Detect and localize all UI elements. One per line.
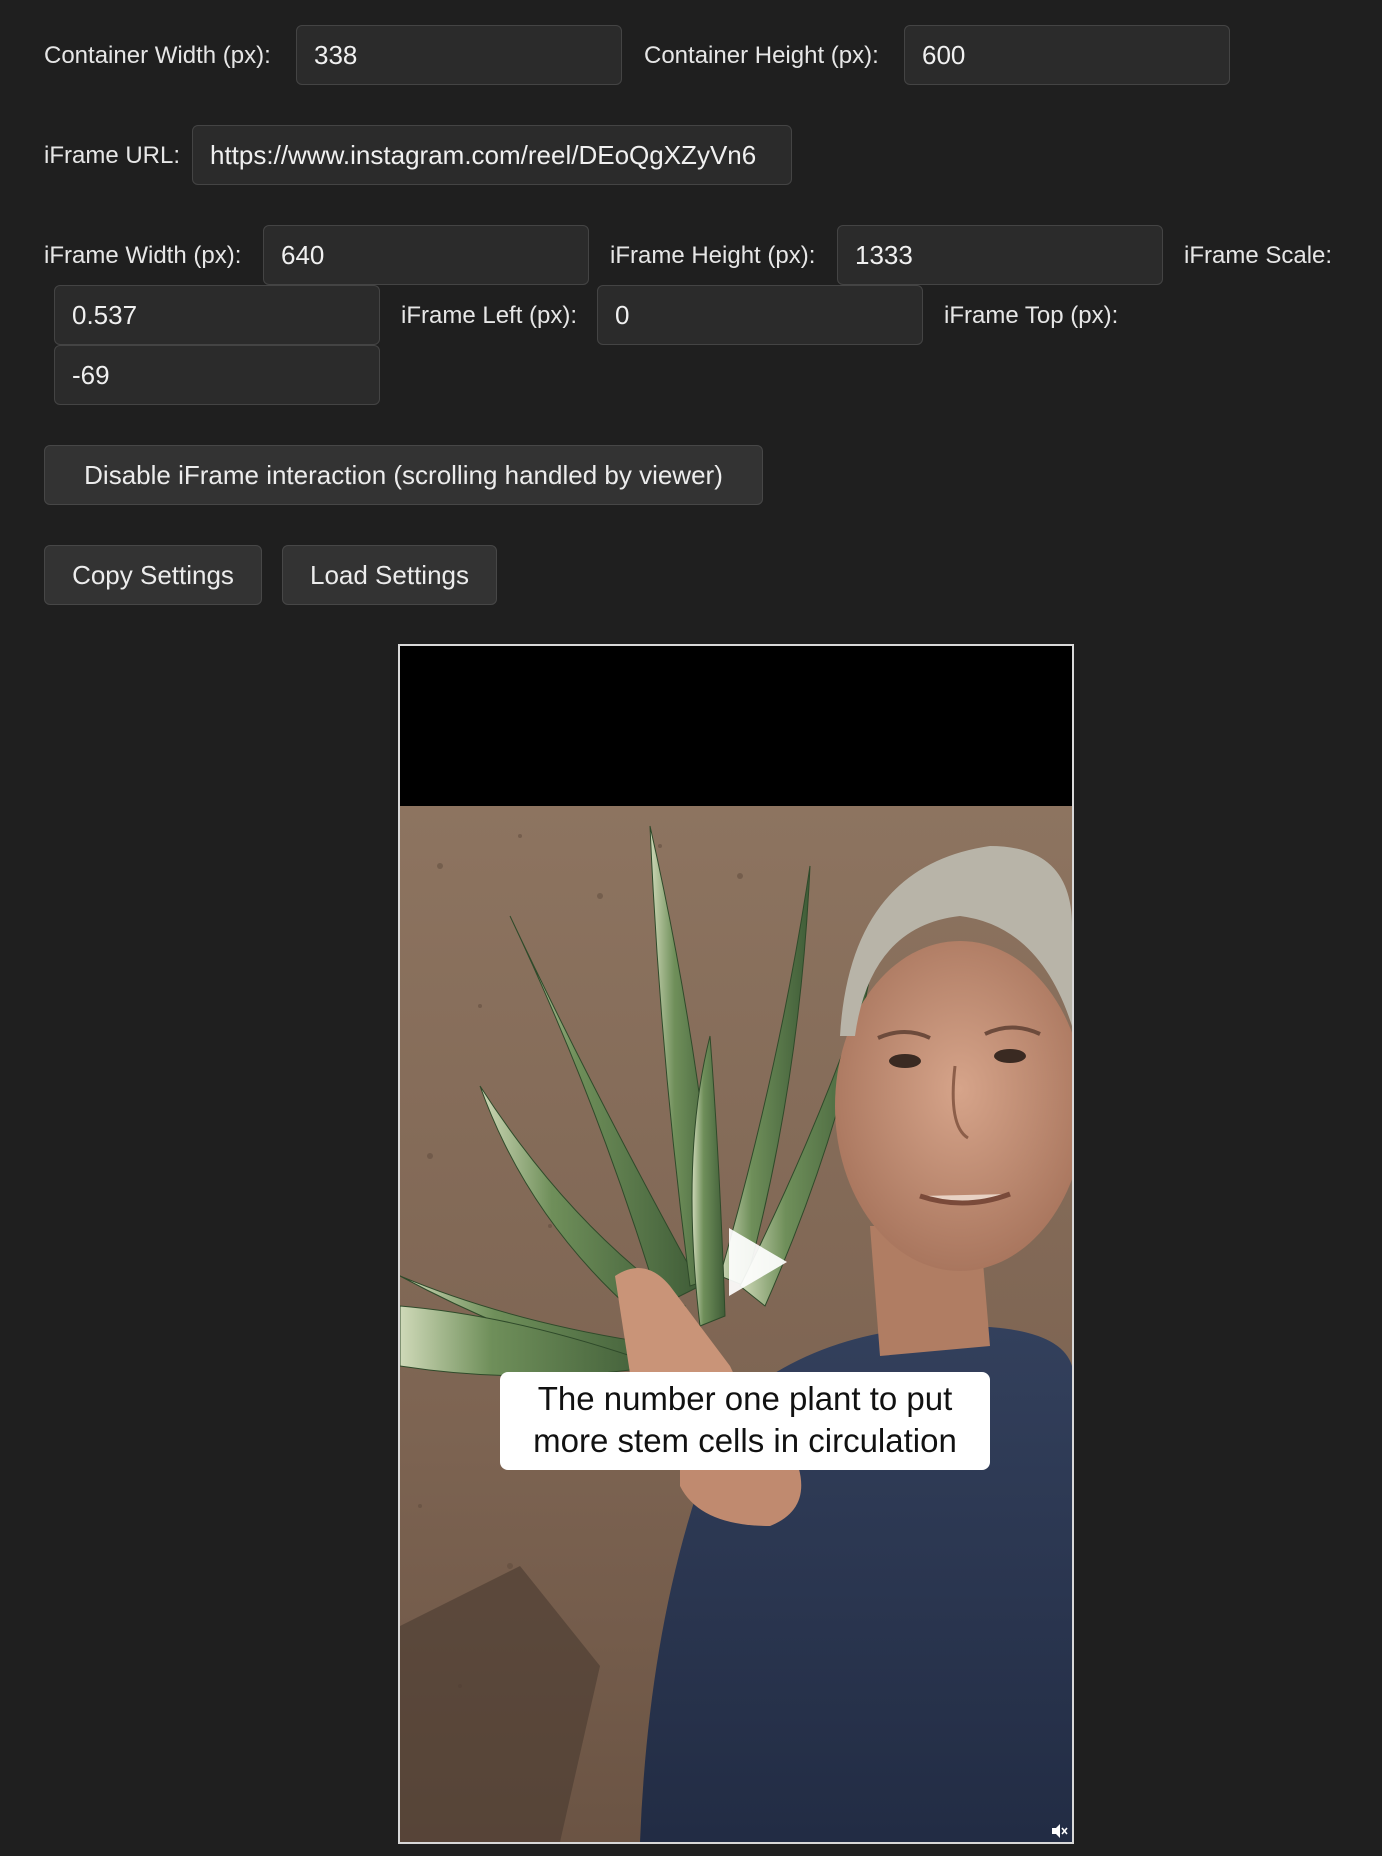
caption-line-2: more stem cells in circulation <box>533 1422 957 1459</box>
iframe-width-input[interactable] <box>263 225 589 285</box>
iframe-scale-label: iFrame Scale: <box>1184 242 1333 269</box>
container-height-label: Container Height (px): <box>644 42 879 69</box>
iframe-left-label: iFrame Left (px): <box>401 302 578 329</box>
video-caption: The number one plant to put more stem ce… <box>500 1372 990 1470</box>
iframe-url-label: iFrame URL: <box>44 142 181 169</box>
container-width-label: Container Width (px): <box>44 42 271 69</box>
copy-settings-button[interactable]: Copy Settings <box>44 545 262 605</box>
iframe-left-input[interactable] <box>597 285 923 345</box>
iframe-height-input[interactable] <box>837 225 1163 285</box>
iframe-scale-input[interactable] <box>54 285 380 345</box>
caption-line-1: The number one plant to put <box>537 1380 953 1417</box>
play-icon[interactable] <box>715 1222 795 1302</box>
load-settings-button[interactable]: Load Settings <box>282 545 497 605</box>
container-width-input[interactable] <box>296 25 622 85</box>
disable-iframe-interaction-button[interactable]: Disable iFrame interaction (scrolling ha… <box>44 445 763 505</box>
iframe-top-input[interactable] <box>54 345 380 405</box>
iframe-url-input[interactable] <box>192 125 792 185</box>
container-height-input[interactable] <box>904 25 1230 85</box>
iframe-width-label: iFrame Width (px): <box>44 242 242 269</box>
iframe-height-label: iFrame Height (px): <box>610 242 816 269</box>
iframe-top-label: iFrame Top (px): <box>944 302 1119 329</box>
reel-video-frame[interactable] <box>400 806 1072 1842</box>
video-still-image <box>400 806 1072 1842</box>
mute-icon[interactable] <box>1050 1822 1068 1840</box>
iframe-viewer[interactable]: The number one plant to put more stem ce… <box>398 644 1074 1844</box>
settings-page: Container Width (px): Container Height (… <box>0 0 1382 1856</box>
